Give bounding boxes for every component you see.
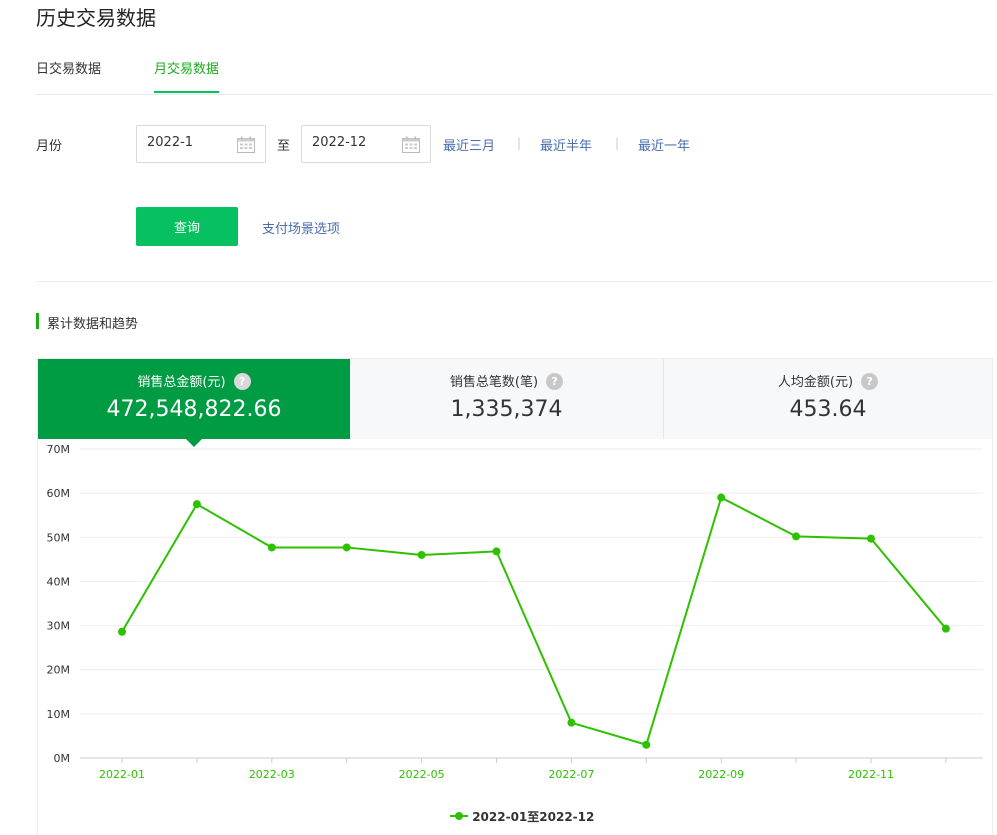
data-point xyxy=(417,550,426,559)
x-tick-label: 2022-11 xyxy=(848,768,894,781)
data-point xyxy=(941,624,950,633)
x-tick-label: 2022-07 xyxy=(548,768,594,781)
y-tick-label: 50M xyxy=(47,531,71,544)
y-tick-label: 20M xyxy=(47,664,71,677)
data-point xyxy=(492,547,501,556)
x-tick-label: 2022-01 xyxy=(99,768,145,781)
y-tick-label: 40M xyxy=(47,575,71,588)
y-tick-label: 70M xyxy=(47,443,71,456)
y-tick-label: 60M xyxy=(47,487,71,500)
data-point xyxy=(567,718,576,727)
data-point xyxy=(118,627,126,636)
data-point xyxy=(642,740,651,749)
legend-label: 2022-01至2022-12 xyxy=(472,810,595,824)
line-chart: 0M 10M 20M 30M 40M 50M 60M 70M 2022-01 2022-03 202… xyxy=(47,443,983,781)
series-line xyxy=(121,496,947,746)
x-tick-label: 2022-05 xyxy=(399,768,445,781)
x-tick-label: 2022-09 xyxy=(698,768,744,781)
data-point xyxy=(267,543,276,552)
y-tick-label: 30M xyxy=(47,620,71,633)
y-tick-label: 0M xyxy=(54,752,71,765)
data-point xyxy=(867,534,875,543)
data-point xyxy=(717,493,726,502)
x-tick-label: 2022-03 xyxy=(249,768,295,781)
y-tick-label: 10M xyxy=(47,708,71,721)
legend-line-marker-icon xyxy=(450,812,468,820)
data-point xyxy=(792,532,801,541)
data-point xyxy=(342,543,351,552)
chart-legend[interactable]: 2022-01至2022-12 xyxy=(450,808,594,825)
data-point xyxy=(192,500,201,509)
